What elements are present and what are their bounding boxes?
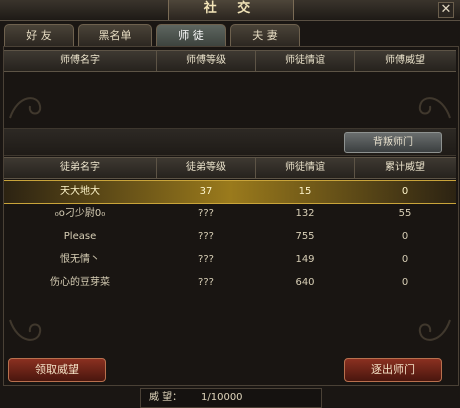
claim-prestige-button[interactable]: 领取威望	[8, 358, 106, 382]
disciple-bond: 640	[295, 277, 315, 288]
table-row[interactable]: ₀o刁少尉0₀ ??? 132 55	[4, 203, 456, 225]
disciple-prestige: 0	[401, 231, 409, 242]
disciple-prestige: 0	[401, 277, 409, 288]
master-table-header: 师傅名字 师傅等级 师徒情谊 师傅威望	[4, 50, 456, 72]
disciple-level: ???	[198, 277, 214, 288]
disciple-name: Please	[63, 231, 97, 242]
title-bar: 社 交 ✕	[0, 0, 460, 21]
tab-spouse[interactable]: 夫 妻	[230, 24, 300, 47]
prestige-label: 威 望：	[149, 392, 183, 403]
tab-mentorship[interactable]: 师 徒	[156, 24, 226, 47]
table-row[interactable]: 天大地大 37 15 0	[4, 180, 456, 204]
tab-friends[interactable]: 好 友	[4, 24, 74, 47]
disciple-name: ₀o刁少尉0₀	[54, 208, 106, 219]
action-bar: 背叛师门	[4, 128, 456, 156]
disciple-prestige: 0	[401, 186, 409, 197]
table-row[interactable]: 伤心的豆芽菜 ??? 640 0	[4, 272, 456, 294]
disciple-table-header: 徒弟名字 徒弟等级 师徒情谊 累计威望	[4, 157, 456, 179]
ornament-icon	[9, 319, 42, 341]
disciple-level: 37	[199, 186, 213, 197]
table-row[interactable]: Please ??? 755 0	[4, 226, 456, 248]
column-header: 徒弟名字	[4, 158, 157, 178]
table-row[interactable]: 恨无情丶 ??? 149 0	[4, 249, 456, 271]
prestige-value: 1/10000	[201, 392, 243, 403]
disciple-level: ???	[198, 254, 214, 265]
expel-disciple-button[interactable]: 逐出师门	[344, 358, 442, 382]
column-header: 师傅威望	[385, 55, 425, 66]
ornament-icon	[9, 97, 42, 119]
disciple-bond: 132	[295, 208, 315, 219]
disciple-level: ???	[198, 231, 214, 242]
tab-blacklist[interactable]: 黑名单	[78, 24, 152, 47]
close-icon[interactable]: ✕	[438, 2, 454, 18]
disciple-prestige: 55	[398, 208, 412, 219]
column-header: 师徒情谊	[256, 158, 355, 178]
disciple-name: 伤心的豆芽菜	[50, 277, 110, 288]
disciple-name: 天大地大	[60, 186, 100, 197]
disciple-prestige: 0	[401, 254, 409, 265]
betray-master-button[interactable]: 背叛师门	[344, 132, 442, 153]
disciple-level: ???	[198, 208, 214, 219]
column-header: 徒弟等级	[157, 158, 256, 178]
column-header: 师傅名字	[4, 51, 157, 71]
column-header: 师傅等级	[157, 51, 256, 71]
disciple-bond: 15	[298, 186, 312, 197]
ornament-icon	[418, 97, 451, 119]
window-title: 社 交	[168, 0, 294, 20]
prestige-readout: 威 望： 1/10000	[140, 388, 322, 408]
disciple-bond: 149	[295, 254, 315, 265]
column-header: 师徒情谊	[256, 51, 355, 71]
column-header: 累计威望	[385, 162, 425, 173]
disciple-name: 恨无情丶	[60, 254, 100, 265]
ornament-icon	[418, 319, 451, 341]
disciple-bond: 755	[295, 231, 315, 242]
